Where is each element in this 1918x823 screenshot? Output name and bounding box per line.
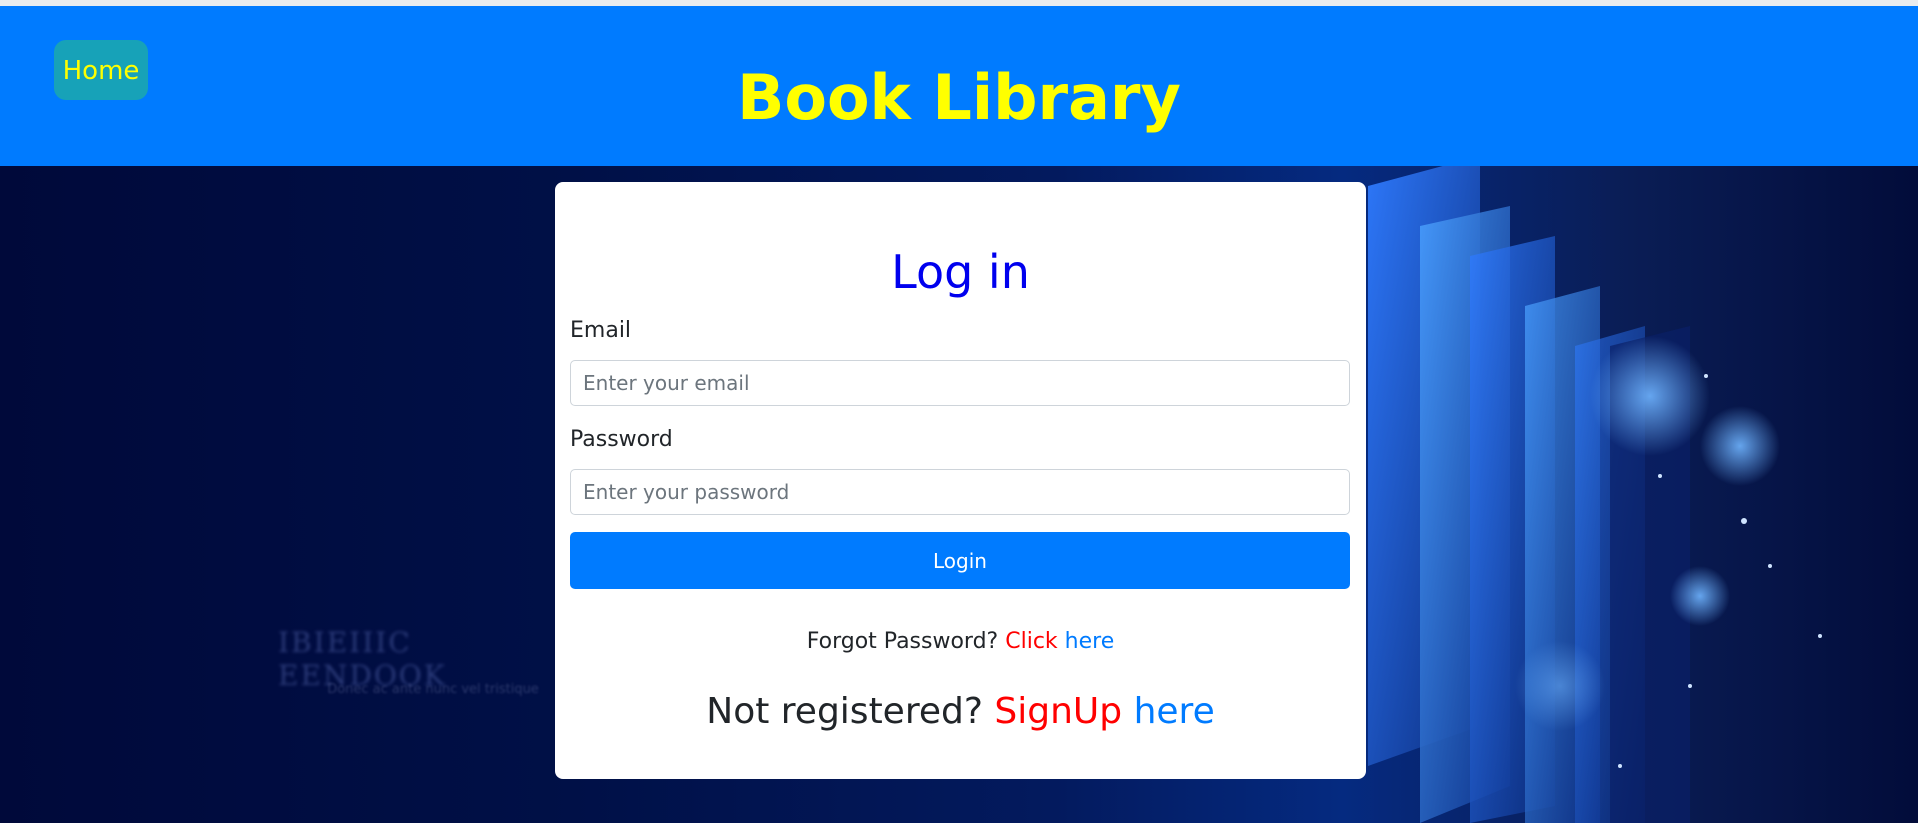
forgot-password-link[interactable]: here <box>1065 629 1115 654</box>
forgot-password-prefix: Forgot Password? <box>806 629 999 654</box>
email-input[interactable] <box>570 360 1350 406</box>
signup-word: SignUp <box>994 691 1123 732</box>
forgot-password-line: Forgot Password? Click here <box>555 627 1366 657</box>
glowing-books-illustration <box>1368 166 1822 823</box>
signup-line: Not registered? SignUp here <box>555 689 1366 735</box>
email-label: Email <box>570 318 632 343</box>
password-label: Password <box>570 427 673 452</box>
site-header: Home Book Library <box>0 6 1918 166</box>
signup-prefix: Not registered? <box>706 691 983 732</box>
forgot-password-click-text: Click <box>1005 629 1058 654</box>
signup-link[interactable]: here <box>1134 691 1215 732</box>
background-faded-subtitle: Donec ac ante nunc vel tristique <box>327 682 539 697</box>
password-input[interactable] <box>570 469 1350 515</box>
login-card: Log in Email Password Login Forgot Passw… <box>555 182 1366 779</box>
login-title: Log in <box>891 245 1030 299</box>
site-title: Book Library <box>737 61 1181 134</box>
login-button[interactable]: Login <box>570 532 1350 589</box>
